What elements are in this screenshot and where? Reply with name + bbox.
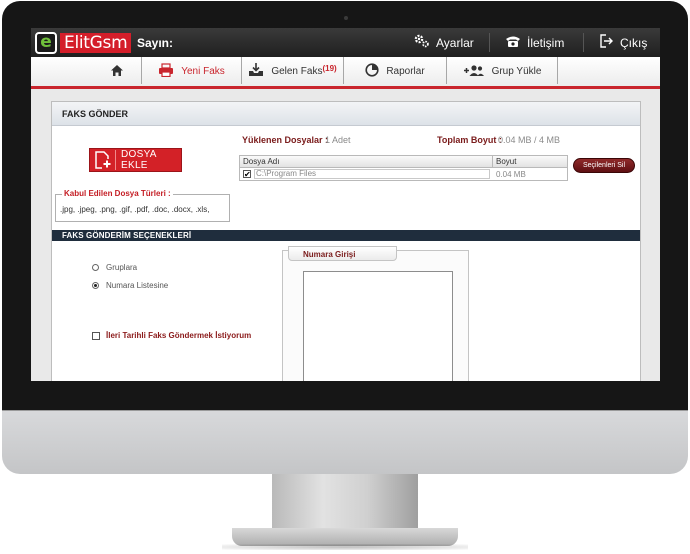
- option-number-list[interactable]: Numara Listesine: [92, 281, 168, 290]
- column-file-name: Dosya Adı: [243, 157, 280, 166]
- gears-icon: [414, 34, 430, 51]
- monitor-chin: [2, 410, 688, 474]
- nav-logout-label: Çıkış: [620, 35, 648, 50]
- add-file-button[interactable]: DOSYA EKLE: [89, 148, 182, 172]
- add-file-label: DOSYA EKLE: [121, 149, 157, 171]
- phone-icon: [505, 35, 521, 51]
- home-icon: [110, 64, 124, 80]
- monitor-stand-neck: [272, 474, 418, 530]
- option-groups-label: Gruplara: [106, 263, 138, 272]
- brand-logo[interactable]: e ElitGsm: [35, 32, 132, 54]
- total-size-label: Toplam Boyut :: [437, 135, 502, 145]
- stand-shadow: [222, 544, 468, 550]
- pie-chart-icon: [365, 63, 379, 80]
- nav-settings-label: Ayarlar: [436, 35, 474, 50]
- logout-icon: [599, 34, 614, 51]
- uploaded-files-count: 1 Adet: [325, 135, 351, 145]
- row-select-checkbox[interactable]: ✔: [243, 170, 251, 179]
- menu-home[interactable]: [93, 57, 141, 86]
- accepted-file-types-label: Kabul Edilen Dosya Türleri :: [62, 189, 173, 198]
- uploaded-files-table: Dosya Adı Boyut ✔ C:\Program Files 0.04 …: [239, 155, 568, 181]
- column-size: Boyut: [496, 157, 517, 166]
- row-file-name: C:\Program Files: [254, 169, 490, 179]
- camera-dot: [344, 16, 348, 20]
- number-entry-textarea[interactable]: [303, 271, 453, 381]
- nav-contact[interactable]: İletişim: [505, 28, 564, 57]
- menu-reports[interactable]: Raporlar: [344, 57, 446, 86]
- nav-settings[interactable]: Ayarlar: [414, 28, 474, 57]
- accepted-file-types-list: .jpg, .jpeg, .png, .gif, .pdf, .doc, .do…: [60, 205, 210, 214]
- menu-new-fax-label: Yeni Faks: [181, 66, 225, 77]
- accepted-file-types-box: Kabul Edilen Dosya Türleri : .jpg, .jpeg…: [55, 189, 230, 222]
- add-document-icon: [93, 150, 116, 170]
- logo-mark: e: [35, 32, 57, 54]
- menu-incoming-fax[interactable]: Gelen Faks (19): [242, 57, 343, 86]
- total-size-value: 0.04 MB / 4 MB: [498, 135, 561, 145]
- nav-logout[interactable]: Çıkış: [599, 28, 647, 57]
- option-number-list-radio[interactable]: [92, 282, 99, 289]
- row-file-size: 0.04 MB: [496, 170, 526, 179]
- send-fax-panel: FAKS GÖNDER Yüklenen Dosyalar : 1 Adet T…: [51, 101, 641, 381]
- option-groups-radio[interactable]: [92, 264, 99, 271]
- schedule-fax-checkbox[interactable]: [92, 331, 100, 340]
- number-entry-title: Numara Girişi: [288, 246, 397, 261]
- menu-incoming-fax-label: Gelen Faks: [271, 66, 323, 77]
- printer-icon: [158, 63, 174, 80]
- option-number-list-label: Numara Listesine: [106, 281, 169, 290]
- uploaded-files-label: Yüklenen Dosyalar :: [242, 135, 329, 145]
- topbar-divider: [583, 33, 584, 52]
- greeting-text: Sayın:: [137, 36, 174, 50]
- menu-group-upload[interactable]: Grup Yükle: [447, 57, 557, 86]
- menu-new-fax[interactable]: Yeni Faks: [142, 57, 241, 86]
- menu-group-upload-label: Grup Yükle: [491, 66, 542, 77]
- number-entry-box: Numara Girişi: [282, 246, 469, 381]
- incoming-fax-count-badge: (19): [322, 64, 337, 73]
- schedule-fax-label: İleri Tarihli Faks Göndermek İstiyorum: [106, 331, 252, 340]
- menu-reports-label: Raporlar: [386, 66, 425, 77]
- table-header: Dosya Adı Boyut: [240, 156, 567, 168]
- main-menu: Yeni Faks Gelen Faks (19) Raporlar Grup …: [31, 57, 660, 89]
- column-divider: [492, 156, 493, 168]
- logo-wordmark: ElitGsm: [60, 33, 132, 53]
- nav-contact-label: İletişim: [527, 35, 565, 50]
- top-bar: e ElitGsm Sayın: Ayarlar İletişim Çıkış: [31, 28, 660, 57]
- delete-selected-button[interactable]: Seçilenleri Sil: [573, 158, 635, 173]
- app-screen: e ElitGsm Sayın: Ayarlar İletişim Çıkış: [31, 28, 660, 381]
- table-row[interactable]: ✔ C:\Program Files 0.04 MB: [240, 168, 567, 180]
- send-options-title: FAKS GÖNDERİM SEÇENEKLERİ: [52, 230, 640, 241]
- panel-title: FAKS GÖNDER: [52, 102, 640, 126]
- schedule-fax-option[interactable]: İleri Tarihli Faks Göndermek İstiyorum: [92, 331, 251, 340]
- group-add-icon: [463, 64, 485, 80]
- menu-divider: [557, 57, 558, 84]
- option-groups[interactable]: Gruplara: [92, 263, 137, 272]
- inbox-download-icon: [248, 63, 264, 80]
- topbar-divider: [489, 33, 490, 52]
